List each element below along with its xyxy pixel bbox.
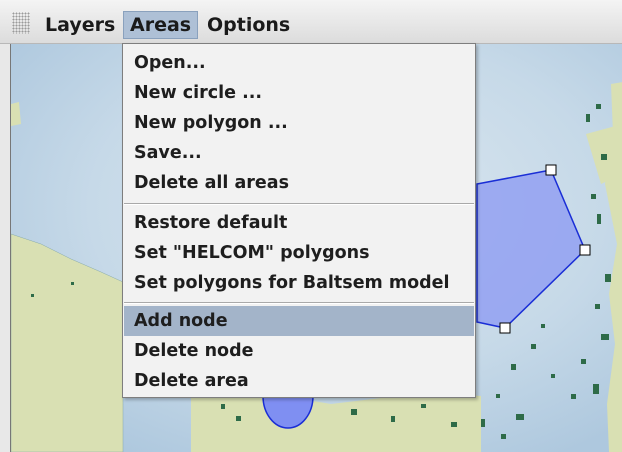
menu-separator [124,302,474,304]
menu-item-restore-default[interactable]: Restore default [124,208,474,238]
menu-item-set-helcom-polygons[interactable]: Set "HELCOM" polygons [124,238,474,268]
toolbar-grip-handle[interactable] [12,12,30,34]
menu-item-add-node[interactable]: Add node [124,306,474,336]
menu-areas[interactable]: Areas [123,11,199,39]
menu-separator [124,203,474,205]
menu-item-set-baltsem-polygons[interactable]: Set polygons for Baltsem model [124,268,474,298]
menu-item-new-polygon[interactable]: New polygon ... [124,108,474,138]
areas-dropdown-menu: Open... New circle ... New polygon ... S… [122,43,476,398]
menu-item-new-circle[interactable]: New circle ... [124,78,474,108]
menu-options[interactable]: Options [201,11,296,39]
menu-item-open[interactable]: Open... [124,48,474,78]
menu-item-delete-all-areas[interactable]: Delete all areas [124,168,474,198]
menu-item-delete-node[interactable]: Delete node [124,336,474,366]
polygon-node[interactable] [545,164,557,176]
menu-layers[interactable]: Layers [39,11,121,39]
menu-item-save[interactable]: Save... [124,138,474,168]
menu-item-delete-area[interactable]: Delete area [124,366,474,396]
polygon-node[interactable] [579,244,591,256]
menu-bar: Layers Areas Options [0,0,622,44]
polygon-node[interactable] [499,322,511,334]
